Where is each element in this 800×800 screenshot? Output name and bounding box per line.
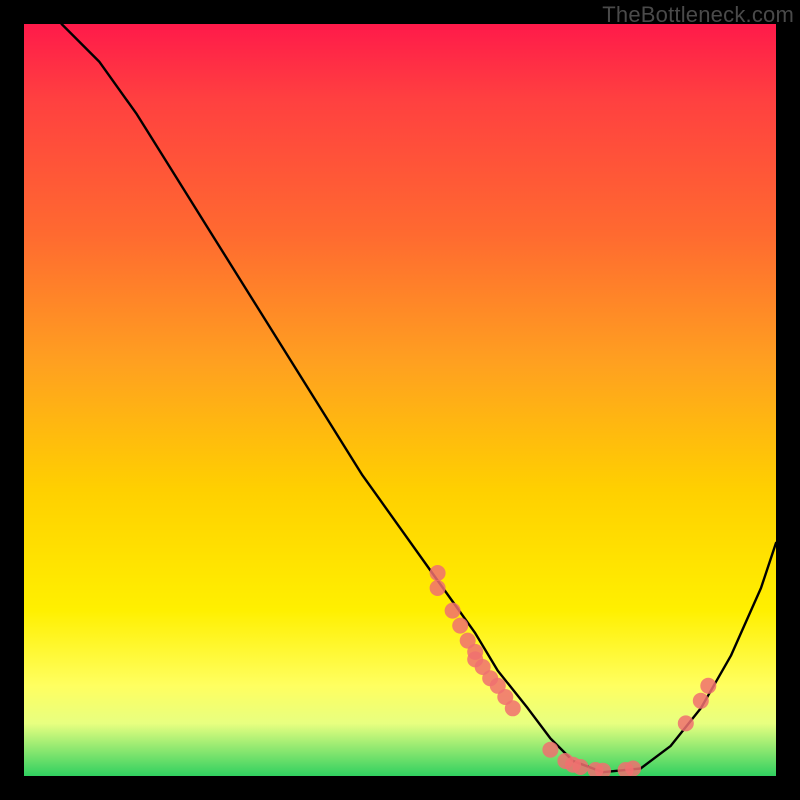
chart-marker xyxy=(542,742,558,758)
chart-marker xyxy=(452,618,468,634)
chart-marker xyxy=(430,565,446,581)
chart-curve xyxy=(62,24,776,772)
chart-marker xyxy=(445,603,461,619)
chart-marker xyxy=(505,700,521,716)
chart-marker xyxy=(625,761,641,777)
chart-marker xyxy=(430,580,446,596)
chart-marker xyxy=(700,678,716,694)
chart-marker xyxy=(573,759,589,775)
chart-plot-area xyxy=(24,24,776,776)
chart-marker xyxy=(693,693,709,709)
chart-svg xyxy=(24,24,776,776)
chart-marker xyxy=(678,715,694,731)
